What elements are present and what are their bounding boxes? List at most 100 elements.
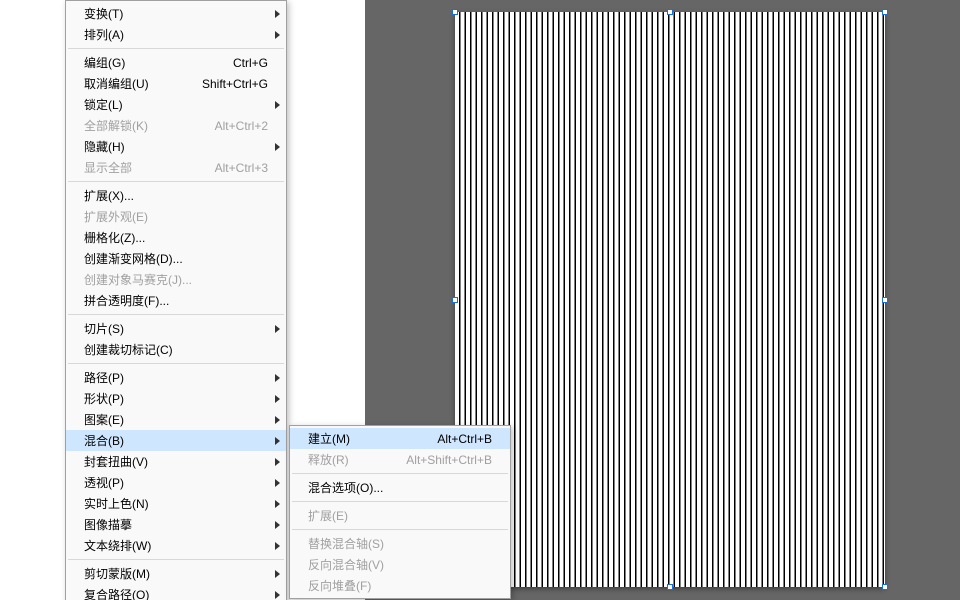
submenu-blend[interactable]: 建立(M) Alt+Ctrl+B 释放(R) Alt+Shift+Ctrl+B 混合选项… [289, 425, 511, 599]
menu1-item-取消编组[interactable]: 取消编组(U) Shift+Ctrl+G [66, 73, 286, 94]
submenu-arrow-icon [275, 10, 280, 18]
menu1-item-排列[interactable]: 排列(A) [66, 24, 286, 45]
menu-item-label: 创建裁切标记(C) [84, 341, 268, 358]
context-menu-object[interactable]: 变换(T) 排列(A) 编组(G)Ctrl+G 取消编组(U) Shift+Ctrl+G… [65, 0, 287, 600]
menu1-item-复合路径[interactable]: 复合路径(O) [66, 584, 286, 600]
menu-item-label: 拼合透明度(F)... [84, 292, 268, 309]
menu2-item-反向堆叠: 反向堆叠(F) [290, 575, 510, 596]
menu-item-label: 复合路径(O) [84, 586, 268, 600]
menu1-item-图案[interactable]: 图案(E) [66, 409, 286, 430]
menu-item-label: 反向混合轴(V) [308, 556, 492, 573]
submenu-arrow-icon [275, 521, 280, 529]
menu-item-label: 透视(P) [84, 474, 268, 491]
menu1-item-透视[interactable]: 透视(P) [66, 472, 286, 493]
submenu-arrow-icon [275, 31, 280, 39]
menu1-item-隐藏[interactable]: 隐藏(H) [66, 136, 286, 157]
artwork-stripes [455, 12, 885, 587]
selection-handle-s[interactable] [667, 584, 673, 590]
selection-handle-se[interactable] [882, 584, 888, 590]
menu1-item-显示全部: 显示全部Alt+Ctrl+3 [66, 157, 286, 178]
menu-separator [292, 529, 508, 530]
menu1-item-图像描摹[interactable]: 图像描摹 [66, 514, 286, 535]
submenu-arrow-icon [275, 542, 280, 550]
menu1-item-扩展外观: 扩展外观(E) [66, 206, 286, 227]
artboard[interactable] [455, 12, 885, 587]
menu1-item-创建对象马赛克: 创建对象马赛克(J)... [66, 269, 286, 290]
submenu-arrow-icon [275, 325, 280, 333]
menu-item-label: 创建渐变网格(D)... [84, 250, 268, 267]
menu1-item-形状[interactable]: 形状(P) [66, 388, 286, 409]
submenu-arrow-icon [275, 416, 280, 424]
menu1-item-混合[interactable]: 混合(B) [66, 430, 286, 451]
menu1-item-编组[interactable]: 编组(G)Ctrl+G [66, 52, 286, 73]
menu-item-shortcut: Shift+Ctrl+G [202, 77, 268, 91]
menu-item-label: 释放(R) [308, 451, 386, 468]
menu2-item-释放: 释放(R) Alt+Shift+Ctrl+B [290, 449, 510, 470]
menu1-item-锁定[interactable]: 锁定(L) [66, 94, 286, 115]
menu-separator [292, 473, 508, 474]
selection-handle-e[interactable] [882, 297, 888, 303]
menu-item-label: 替换混合轴(S) [308, 535, 492, 552]
menu-item-label: 取消编组(U) [84, 75, 182, 92]
submenu-arrow-icon [275, 101, 280, 109]
menu-item-label: 反向堆叠(F) [308, 577, 492, 594]
menu-item-shortcut: Alt+Shift+Ctrl+B [406, 453, 492, 467]
menu1-item-文本绕排[interactable]: 文本绕排(W) [66, 535, 286, 556]
submenu-arrow-icon [275, 479, 280, 487]
menu1-item-实时上色[interactable]: 实时上色(N) [66, 493, 286, 514]
submenu-arrow-icon [275, 395, 280, 403]
menu1-item-切片[interactable]: 切片(S) [66, 318, 286, 339]
menu-item-label: 显示全部 [84, 159, 195, 176]
submenu-arrow-icon [275, 570, 280, 578]
menu-item-label: 栅格化(Z)... [84, 229, 268, 246]
menu-item-label: 建立(M) [308, 430, 417, 447]
menu-item-label: 图像描摹 [84, 516, 268, 533]
selection-handle-ne[interactable] [882, 9, 888, 15]
menu-separator [68, 363, 284, 364]
menu1-item-全部解锁: 全部解锁(K) Alt+Ctrl+2 [66, 115, 286, 136]
menu-item-label: 实时上色(N) [84, 495, 268, 512]
menu1-item-栅格化[interactable]: 栅格化(Z)... [66, 227, 286, 248]
menu-item-label: 切片(S) [84, 320, 268, 337]
menu2-item-混合选项[interactable]: 混合选项(O)... [290, 477, 510, 498]
menu2-item-反向混合轴: 反向混合轴(V) [290, 554, 510, 575]
menu-item-shortcut: Alt+Ctrl+B [437, 432, 492, 446]
menu1-item-剪切蒙版[interactable]: 剪切蒙版(M) [66, 563, 286, 584]
submenu-arrow-icon [275, 458, 280, 466]
menu-item-label: 混合选项(O)... [308, 479, 492, 496]
menu-item-label: 扩展(X)... [84, 187, 268, 204]
menu2-item-扩展: 扩展(E) [290, 505, 510, 526]
menu-item-label: 混合(B) [84, 432, 268, 449]
submenu-arrow-icon [275, 143, 280, 151]
menu1-item-路径[interactable]: 路径(P) [66, 367, 286, 388]
menu-item-label: 创建对象马赛克(J)... [84, 271, 268, 288]
menu1-item-扩展[interactable]: 扩展(X)... [66, 185, 286, 206]
menu-item-label: 路径(P) [84, 369, 268, 386]
menu-item-label: 排列(A) [84, 26, 268, 43]
submenu-arrow-icon [275, 591, 280, 599]
menu-item-label: 图案(E) [84, 411, 268, 428]
menu2-item-建立[interactable]: 建立(M) Alt+Ctrl+B [290, 428, 510, 449]
menu-item-label: 剪切蒙版(M) [84, 565, 268, 582]
menu-item-shortcut: Ctrl+G [233, 56, 268, 70]
menu1-item-拼合透明度[interactable]: 拼合透明度(F)... [66, 290, 286, 311]
selection-handle-w[interactable] [452, 297, 458, 303]
menu-item-shortcut: Alt+Ctrl+2 [215, 119, 268, 133]
selection-handle-n[interactable] [667, 9, 673, 15]
submenu-arrow-icon [275, 500, 280, 508]
menu1-item-封套扭曲[interactable]: 封套扭曲(V) [66, 451, 286, 472]
submenu-arrow-icon [275, 374, 280, 382]
menu-item-label: 全部解锁(K) [84, 117, 195, 134]
menu-item-label: 锁定(L) [84, 96, 268, 113]
menu1-item-创建渐变网格[interactable]: 创建渐变网格(D)... [66, 248, 286, 269]
menu-item-label: 扩展外观(E) [84, 208, 268, 225]
menu-item-label: 封套扭曲(V) [84, 453, 268, 470]
menu1-item-创建裁切标记[interactable]: 创建裁切标记(C) [66, 339, 286, 360]
selection-handle-nw[interactable] [452, 9, 458, 15]
menu-separator [292, 501, 508, 502]
menu-item-label: 扩展(E) [308, 507, 492, 524]
menu-separator [68, 559, 284, 560]
menu2-item-替换混合轴: 替换混合轴(S) [290, 533, 510, 554]
menu1-item-变换[interactable]: 变换(T) [66, 3, 286, 24]
submenu-arrow-icon [275, 437, 280, 445]
